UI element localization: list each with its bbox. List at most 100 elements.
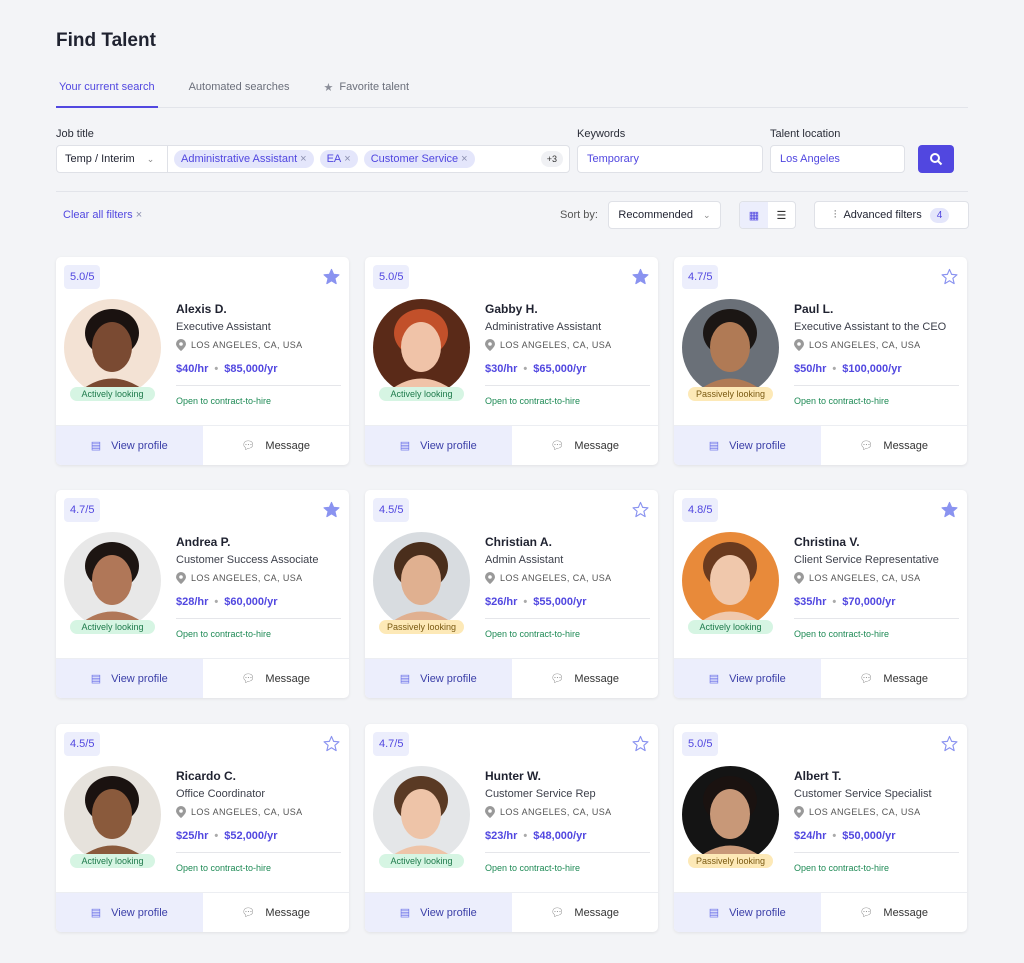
- view-profile-button[interactable]: ▤ View profile: [56, 893, 203, 932]
- search-icon: [930, 153, 943, 166]
- talent-name[interactable]: Gabby H.: [485, 302, 538, 316]
- avatar[interactable]: [373, 299, 470, 396]
- tab-automated-searches[interactable]: Automated searches: [186, 78, 293, 108]
- talent-name[interactable]: Andrea P.: [176, 535, 230, 549]
- talent-name[interactable]: Ricardo C.: [176, 769, 236, 783]
- avatar[interactable]: [64, 299, 161, 396]
- talent-role: Customer Service Rep: [485, 788, 596, 800]
- talent-card: 4.5/5 Actively looking Ricardo C. Office…: [56, 724, 349, 932]
- view-profile-button[interactable]: ▤ View profile: [365, 659, 512, 698]
- document-icon: ▤: [708, 440, 720, 452]
- view-profile-button[interactable]: ▤ View profile: [674, 426, 821, 465]
- message-button[interactable]: 💬︎ Message: [203, 659, 350, 698]
- view-profile-button[interactable]: ▤ View profile: [56, 659, 203, 698]
- talent-location: LOS ANGELES, CA, USA: [485, 339, 612, 351]
- remove-chip-icon[interactable]: ×: [461, 153, 467, 165]
- divider: [485, 618, 650, 619]
- talent-name[interactable]: Hunter W.: [485, 769, 541, 783]
- view-profile-button[interactable]: ▤ View profile: [365, 426, 512, 465]
- avatar[interactable]: [682, 299, 779, 396]
- advanced-filters-button[interactable]: ⫶ Advanced filters 4: [814, 201, 969, 229]
- job-title-label: Job title: [56, 128, 94, 140]
- location-pin-icon: [485, 806, 495, 818]
- availability-badge: Actively looking: [70, 854, 155, 868]
- favorite-star-icon[interactable]: [323, 268, 340, 285]
- talent-name[interactable]: Christina V.: [794, 535, 860, 549]
- talent-card: 5.0/5 Passively looking Albert T. Custom…: [674, 724, 967, 932]
- hourly-rate: $28/hr: [176, 596, 209, 608]
- grid-view-button[interactable]: ▦: [740, 202, 768, 228]
- favorite-star-icon[interactable]: [632, 268, 649, 285]
- talent-card: 4.8/5 Actively looking Christina V. Clie…: [674, 490, 967, 698]
- contract-note: Open to contract-to-hire: [485, 863, 581, 873]
- contract-note: Open to contract-to-hire: [176, 396, 272, 406]
- yearly-rate: $85,000/yr: [224, 363, 278, 375]
- divider: [485, 385, 650, 386]
- talent-name[interactable]: Paul L.: [794, 302, 833, 316]
- talent-location: LOS ANGELES, CA, USA: [176, 806, 303, 818]
- divider: [794, 618, 959, 619]
- list-view-button[interactable]: ☰: [768, 202, 795, 228]
- avatar[interactable]: [682, 766, 779, 863]
- clear-all-filters-link[interactable]: Clear all filters ×: [63, 209, 142, 221]
- message-button[interactable]: 💬︎ Message: [512, 659, 659, 698]
- favorite-star-icon[interactable]: [323, 501, 340, 518]
- avatar[interactable]: [682, 532, 779, 629]
- talent-role: Executive Assistant to the CEO: [794, 321, 947, 333]
- document-icon: ▤: [399, 673, 411, 685]
- talent-rates: $40/hr • $85,000/yr: [176, 363, 278, 375]
- avatar[interactable]: [373, 766, 470, 863]
- view-profile-button[interactable]: ▤ View profile: [365, 893, 512, 932]
- yearly-rate: $55,000/yr: [533, 596, 587, 608]
- message-button[interactable]: 💬︎ Message: [512, 893, 659, 932]
- favorite-star-icon[interactable]: [941, 501, 958, 518]
- view-profile-button[interactable]: ▤ View profile: [674, 659, 821, 698]
- favorite-star-icon[interactable]: [941, 268, 958, 285]
- view-profile-button[interactable]: ▤ View profile: [674, 893, 821, 932]
- search-button[interactable]: [918, 145, 954, 173]
- message-button[interactable]: 💬︎ Message: [821, 426, 968, 465]
- message-button[interactable]: 💬︎ Message: [203, 893, 350, 932]
- card-actions: ▤ View profile 💬︎ Message: [56, 425, 349, 465]
- remove-chip-icon[interactable]: ×: [344, 153, 350, 165]
- favorite-star-icon[interactable]: [941, 735, 958, 752]
- remove-chip-icon[interactable]: ×: [300, 153, 306, 165]
- talent-name[interactable]: Alexis D.: [176, 302, 227, 316]
- talent-location: LOS ANGELES, CA, USA: [794, 572, 921, 584]
- location-input[interactable]: Los Angeles: [770, 145, 905, 173]
- talent-role: Admin Assistant: [485, 554, 564, 566]
- message-button[interactable]: 💬︎ Message: [821, 659, 968, 698]
- view-profile-button[interactable]: ▤ View profile: [56, 426, 203, 465]
- avatar[interactable]: [373, 532, 470, 629]
- message-button[interactable]: 💬︎ Message: [821, 893, 968, 932]
- favorite-star-icon[interactable]: [323, 735, 340, 752]
- keywords-input[interactable]: Temporary: [577, 145, 763, 173]
- avatar[interactable]: [64, 532, 161, 629]
- star-icon: ★: [323, 82, 334, 94]
- chevron-down-icon: ⌄: [146, 153, 155, 164]
- availability-badge: Passively looking: [688, 854, 773, 868]
- talent-name[interactable]: Christian A.: [485, 535, 552, 549]
- tab-current-search[interactable]: Your current search: [56, 78, 158, 108]
- favorite-star-icon[interactable]: [632, 735, 649, 752]
- tab-favorite-talent[interactable]: ★ Favorite talent: [320, 78, 412, 108]
- message-button[interactable]: 💬︎ Message: [512, 426, 659, 465]
- more-chips-count[interactable]: +3: [540, 151, 563, 167]
- chat-icon: 💬︎: [859, 440, 874, 452]
- message-button[interactable]: 💬︎ Message: [203, 426, 350, 465]
- chat-icon: 💬︎: [859, 907, 874, 919]
- view-toggle: ▦ ☰: [739, 201, 796, 229]
- divider: [794, 385, 959, 386]
- job-type-select[interactable]: Temp / Interim ⌄: [56, 145, 168, 173]
- card-actions: ▤ View profile 💬︎ Message: [674, 892, 967, 932]
- page-title: Find Talent: [56, 30, 156, 51]
- talent-location: LOS ANGELES, CA, USA: [176, 572, 303, 584]
- avatar[interactable]: [64, 766, 161, 863]
- hourly-rate: $35/hr: [794, 596, 827, 608]
- favorite-star-icon[interactable]: [632, 501, 649, 518]
- sort-select[interactable]: Recommended ⌄: [608, 201, 721, 229]
- yearly-rate: $70,000/yr: [842, 596, 896, 608]
- hourly-rate: $23/hr: [485, 830, 518, 842]
- job-title-input[interactable]: Administrative Assistant × EA × Customer S…: [167, 145, 570, 173]
- talent-name[interactable]: Albert T.: [794, 769, 841, 783]
